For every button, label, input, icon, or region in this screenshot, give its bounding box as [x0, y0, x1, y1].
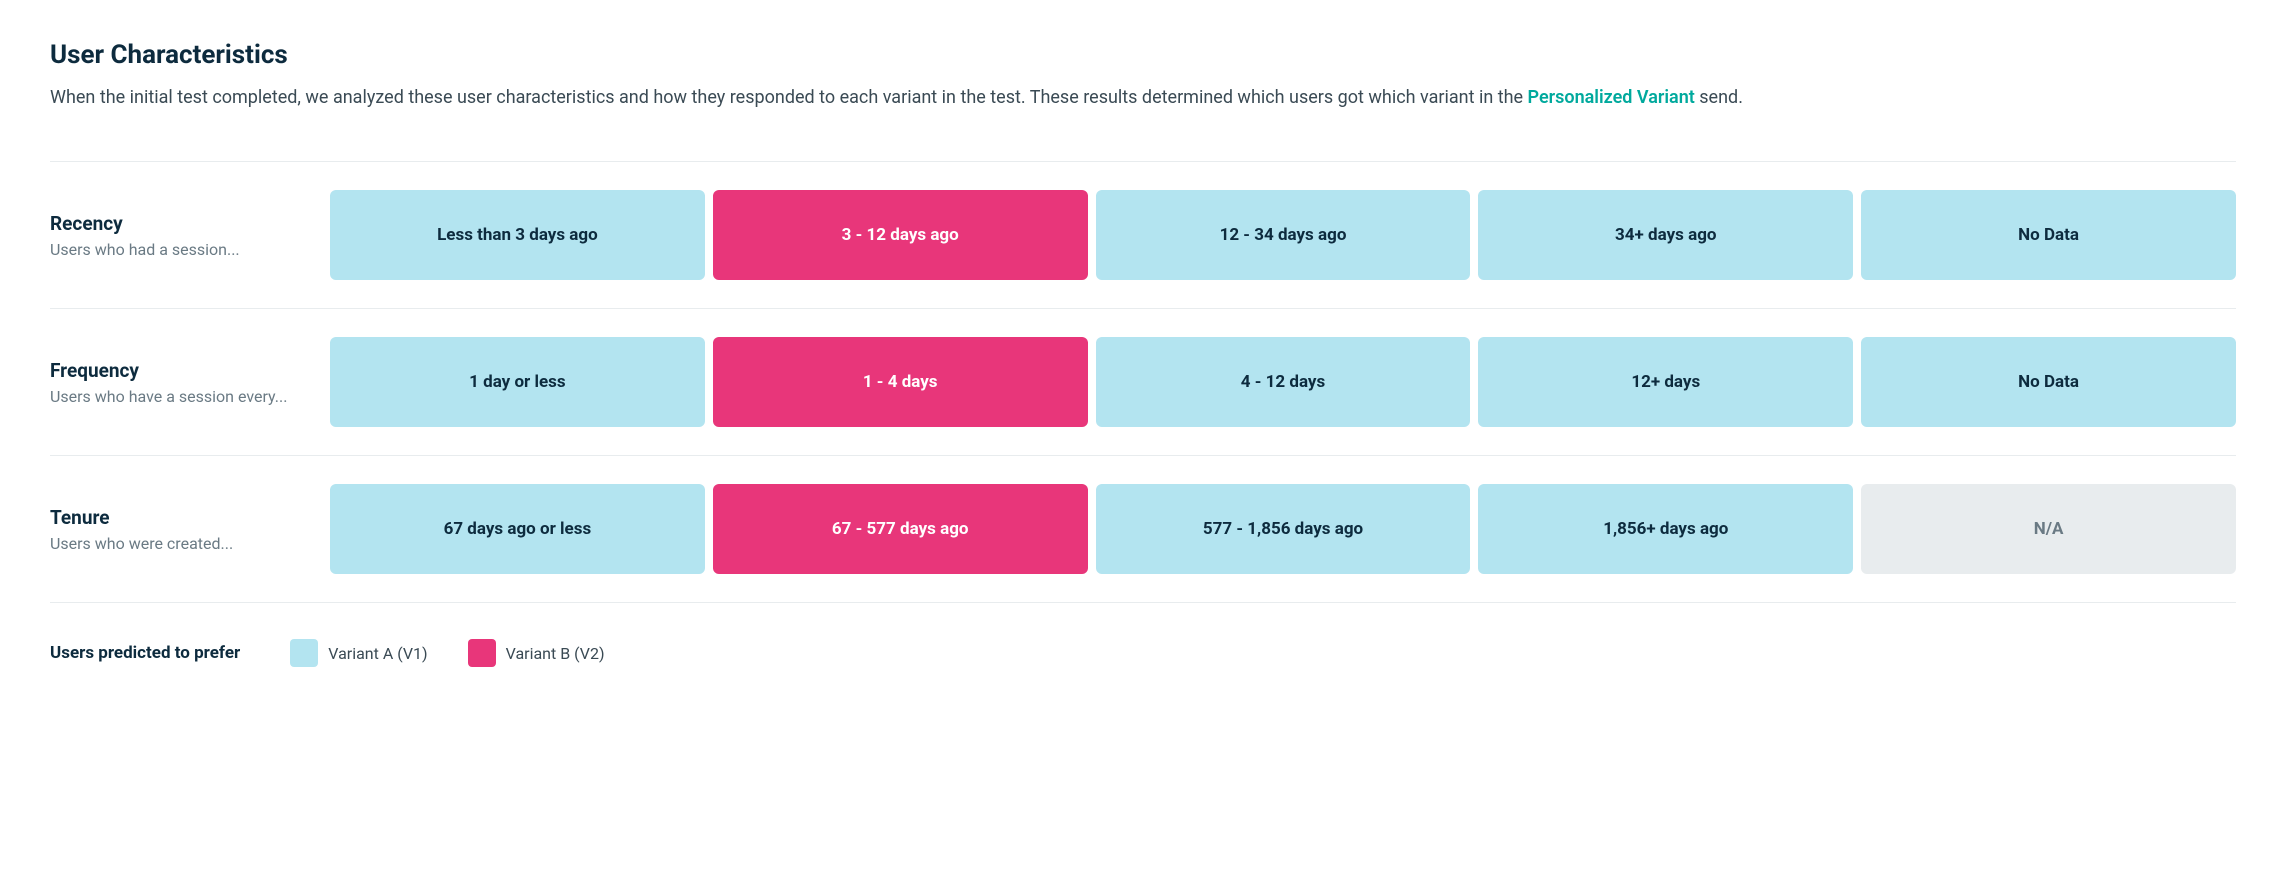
legend-label-b: Variant B (V2) — [506, 644, 605, 663]
page-title: User Characteristics — [50, 40, 2236, 70]
cell-tenure-cell-4: 1,856+ days ago — [1478, 484, 1853, 574]
cell-recency-cell-5: No Data — [1861, 190, 2236, 280]
row-tenure: Tenure Users who were created... 67 days a… — [50, 455, 2236, 603]
row-frequency: Frequency Users who have a session every.… — [50, 308, 2236, 455]
cell-tenure-cell-5: N/A — [1861, 484, 2236, 574]
row-label-subtitle-frequency: Users who have a session every... — [50, 387, 300, 406]
description-text-1: When the initial test completed, we anal… — [50, 87, 1528, 108]
cells-frequency: 1 day or less1 - 4 days4 - 12 days12+ da… — [330, 337, 2236, 427]
cells-tenure: 67 days ago or less67 - 577 days ago577 … — [330, 484, 2236, 574]
personalized-variant-link[interactable]: Personalized Variant — [1528, 87, 1695, 108]
legend-swatch-b — [468, 639, 496, 667]
cells-recency: Less than 3 days ago3 - 12 days ago12 - … — [330, 190, 2236, 280]
cell-tenure-cell-2: 67 - 577 days ago — [713, 484, 1088, 574]
row-label-subtitle-recency: Users who had a session... — [50, 240, 300, 259]
cell-frequency-cell-1: 1 day or less — [330, 337, 705, 427]
legend-swatch-a — [290, 639, 318, 667]
cell-tenure-cell-3: 577 - 1,856 days ago — [1096, 484, 1471, 574]
legend-item-a: Variant A (V1) — [290, 639, 427, 667]
cell-frequency-cell-3: 4 - 12 days — [1096, 337, 1471, 427]
row-label-recency: Recency Users who had a session... — [50, 212, 330, 259]
cell-recency-cell-4: 34+ days ago — [1478, 190, 1853, 280]
description-text-2: send. — [1695, 87, 1743, 108]
cell-recency-cell-1: Less than 3 days ago — [330, 190, 705, 280]
cell-tenure-cell-1: 67 days ago or less — [330, 484, 705, 574]
cell-frequency-cell-2: 1 - 4 days — [713, 337, 1088, 427]
description: When the initial test completed, we anal… — [50, 84, 1950, 111]
cell-frequency-cell-5: No Data — [1861, 337, 2236, 427]
characteristics-grid: Recency Users who had a session... Less th… — [50, 161, 2236, 603]
legend-label-a: Variant A (V1) — [328, 644, 427, 663]
row-label-frequency: Frequency Users who have a session every.… — [50, 359, 330, 406]
row-label-title-tenure: Tenure — [50, 506, 300, 529]
row-recency: Recency Users who had a session... Less th… — [50, 161, 2236, 308]
cell-recency-cell-2: 3 - 12 days ago — [713, 190, 1088, 280]
legend-title: Users predicted to prefer — [50, 643, 240, 663]
cell-frequency-cell-4: 12+ days — [1478, 337, 1853, 427]
legend-item-b: Variant B (V2) — [468, 639, 605, 667]
row-label-tenure: Tenure Users who were created... — [50, 506, 330, 553]
row-label-title-frequency: Frequency — [50, 359, 300, 382]
legend: Users predicted to prefer Variant A (V1)… — [50, 639, 2236, 667]
cell-recency-cell-3: 12 - 34 days ago — [1096, 190, 1471, 280]
row-label-subtitle-tenure: Users who were created... — [50, 534, 300, 553]
row-label-title-recency: Recency — [50, 212, 300, 235]
